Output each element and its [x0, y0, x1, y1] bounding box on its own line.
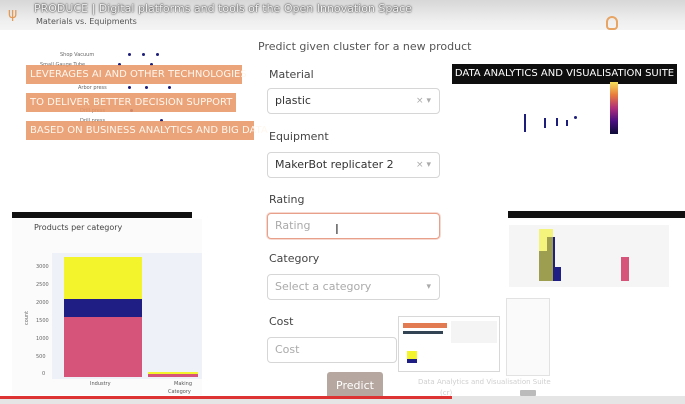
chart-dot [142, 53, 145, 56]
chart-dot [128, 86, 131, 89]
y-tick: 0 [42, 371, 46, 377]
cost-label: Cost [269, 315, 294, 328]
material-label: Material [269, 68, 314, 81]
video-progress-fill [0, 396, 453, 399]
chart-dot [168, 86, 171, 89]
y-tick: 1500 [36, 318, 49, 324]
equipment-value: MakerBot replicater 2 [275, 158, 394, 171]
produce-logo-icon: ψ [8, 6, 18, 22]
rating-input[interactable]: Rating [267, 213, 440, 239]
chevron-down-icon[interactable]: ▾ [426, 96, 431, 106]
chart-dot [128, 53, 131, 56]
rating-label: Rating [269, 193, 305, 206]
chart-dot [156, 53, 159, 56]
bar-industry-navy [64, 299, 142, 317]
thumbnail-list [506, 298, 550, 376]
chevron-down-icon[interactable]: ▾ [426, 275, 431, 299]
x-tick: Industry [90, 381, 111, 387]
y-axis-label: count [24, 310, 31, 326]
bar-industry-pink [64, 317, 142, 377]
heatmap-chart [508, 84, 648, 194]
x-axis-label: Category [168, 389, 191, 395]
material-select[interactable]: plastic × ▾ [267, 88, 440, 114]
cost-input[interactable]: Cost [267, 337, 397, 363]
banner-analytics-suite: DATA ANALYTICS AND VISUALISATION SUITE [452, 64, 677, 84]
lightbulb-icon [606, 16, 618, 30]
divider-bar [508, 211, 685, 218]
category-select[interactable]: Select a category ▾ [267, 274, 440, 300]
chart-row-label: Arbor press [78, 85, 107, 91]
overlay-caption: Data Analytics and Visualisation Suite [418, 378, 551, 386]
video-progress-track[interactable] [0, 396, 685, 404]
equipment-select[interactable]: MakerBot replicater 2 × ▾ [267, 152, 440, 178]
material-value: plastic [275, 94, 311, 107]
form-title: Predict given cluster for a new product [258, 40, 472, 53]
text-cursor-icon: I [335, 223, 339, 238]
chevron-down-icon[interactable]: ▾ [426, 160, 431, 170]
banner-leverages-ai: LEVERAGES AI AND OTHER TECHNOLOGIES [26, 65, 247, 84]
x-tick: Making [174, 381, 193, 387]
chart-subtitle: Materials vs. Equipments [36, 17, 137, 26]
y-tick: 500 [36, 354, 46, 360]
bar-making-top [148, 372, 198, 374]
chart-dot [145, 86, 148, 89]
bar-making [148, 374, 198, 377]
chart-title: Products per category [34, 223, 123, 232]
video-title[interactable]: PRODUCE | Digital platforms and tools of… [34, 2, 412, 15]
divider-bar [12, 212, 192, 218]
y-tick: 1000 [36, 336, 49, 342]
chart-row-label: Shop Vacuum [60, 52, 95, 58]
color-scale [610, 82, 618, 134]
banner-business-analytics: BASED ON BUSINESS ANALYTICS AND BIG DATA [26, 121, 268, 140]
y-tick: 2000 [36, 300, 49, 306]
clear-icon[interactable]: × [416, 160, 424, 170]
equipment-label: Equipment [269, 130, 329, 143]
category-label: Category [269, 252, 320, 265]
clear-icon[interactable]: × [416, 96, 424, 106]
predict-button[interactable]: Predict [327, 372, 383, 399]
dashboard-thumbnail [398, 316, 500, 372]
products-per-category-chart: Products per category 3000 2500 2000 150… [12, 219, 202, 395]
category-placeholder: Select a category [275, 280, 372, 293]
materials-vs-equipment-chart: Shop Vacuum Small Gauge Tube Arbor press… [0, 30, 200, 210]
video-title-bar: ψ PRODUCE | Digital platforms and tools … [0, 0, 685, 30]
plot-area [52, 253, 202, 379]
banner-decision-support: TO DELIVER BETTER DECISION SUPPORT [26, 93, 236, 112]
histogram-chart [509, 225, 669, 287]
y-tick: 2500 [36, 282, 49, 288]
bar-industry-yellow [64, 257, 142, 299]
y-tick: 3000 [36, 264, 49, 270]
